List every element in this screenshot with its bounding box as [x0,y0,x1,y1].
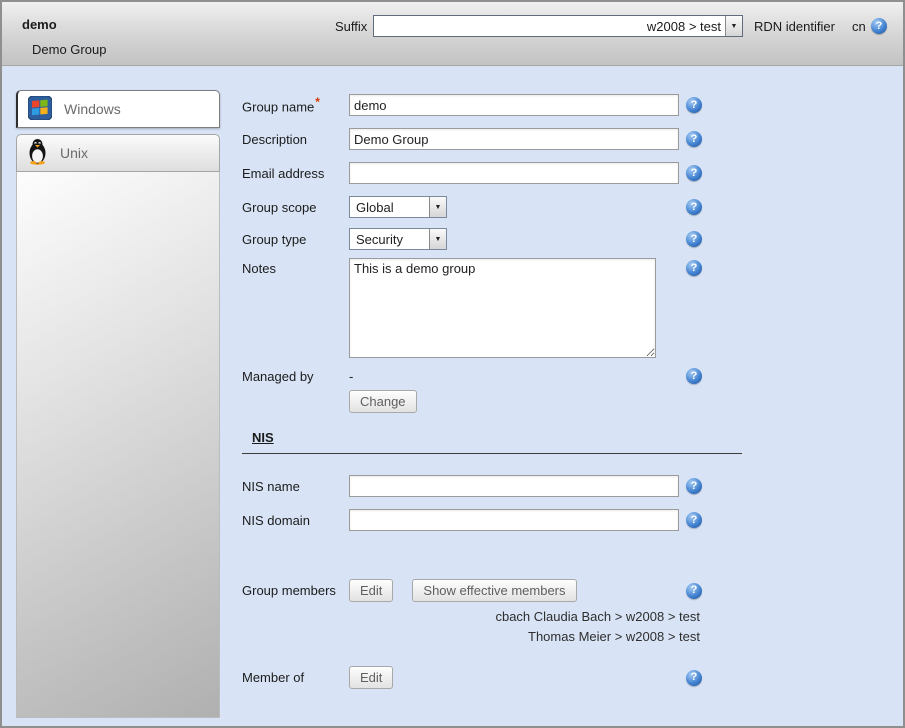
group-member-item: cbach Claudia Bach > w2008 > test [242,609,700,624]
email-row: Email address ? [242,162,700,184]
group-members-label: Group members [242,583,349,598]
email-help-icon[interactable]: ? [686,165,702,181]
description-label: Description [242,132,349,147]
page-title: demo [22,17,57,32]
group-name-help-icon[interactable]: ? [686,97,702,113]
tab-unix[interactable]: Unix [16,134,220,172]
group-type-value: Security [350,232,429,247]
member-of-edit-button[interactable]: Edit [349,666,393,689]
group-name-row: Group name* ? [242,94,700,116]
page-subtitle: Demo Group [32,42,106,57]
description-row: Description ? [242,128,700,150]
chevron-down-icon[interactable]: ▼ [429,197,446,217]
nis-name-help-icon[interactable]: ? [686,478,702,494]
windows-logo-icon [28,96,52,123]
group-name-label: Group name* [242,95,349,114]
member-of-label: Member of [242,670,349,685]
group-scope-select[interactable]: Global ▼ [349,196,447,218]
notes-textarea[interactable]: This is a demo group [349,258,656,358]
group-scope-label: Group scope [242,200,349,215]
notes-label: Notes [242,258,349,276]
description-help-icon[interactable]: ? [686,131,702,147]
group-type-help-icon[interactable]: ? [686,231,702,247]
member-of-row: Member of Edit ? [242,666,700,689]
show-effective-members-button[interactable]: Show effective members [412,579,576,602]
rdn-identifier-value: cn [852,19,866,34]
description-input[interactable] [349,128,679,150]
email-input[interactable] [349,162,679,184]
required-asterisk: * [315,95,320,109]
tab-windows[interactable]: Windows [16,90,220,128]
nis-domain-help-icon[interactable]: ? [686,512,702,528]
group-member-item: Thomas Meier > w2008 > test [242,629,700,644]
group-scope-value: Global [350,200,429,215]
nis-name-input[interactable] [349,475,679,497]
group-type-select[interactable]: Security ▼ [349,228,447,250]
group-form: Group name* ? Description ? Email addres… [242,2,747,726]
nis-section-heading: NIS [242,430,742,454]
nis-name-label: NIS name [242,479,349,494]
group-type-label: Group type [242,232,349,247]
group-edit-window: demo Demo Group Suffix w2008 > test ▼ RD… [0,0,905,728]
rdn-identifier-label: RDN identifier [754,19,835,34]
managed-by-value: - [349,369,353,384]
tab-windows-label: Windows [64,101,121,117]
group-members-edit-button[interactable]: Edit [349,579,393,602]
email-label: Email address [242,166,349,181]
nis-domain-input[interactable] [349,509,679,531]
rdn-help-icon[interactable]: ? [871,18,887,34]
managed-by-change-row: Change [242,390,700,413]
group-members-row: Group members Edit Show effective member… [242,579,700,602]
chevron-down-icon[interactable]: ▼ [429,229,446,249]
notes-help-icon[interactable]: ? [686,260,702,276]
group-scope-row: Group scope Global ▼ ? [242,196,700,218]
group-type-row: Group type Security ▼ ? [242,228,700,250]
module-sidebar: Windows Unix [16,90,220,718]
change-button[interactable]: Change [349,390,417,413]
managed-by-help-icon[interactable]: ? [686,368,702,384]
nis-name-row: NIS name ? [242,475,700,497]
group-scope-help-icon[interactable]: ? [686,199,702,215]
notes-row: Notes This is a demo group ? [242,258,700,358]
group-name-input[interactable] [349,94,679,116]
nis-domain-label: NIS domain [242,513,349,528]
member-of-help-icon[interactable]: ? [686,670,702,686]
linux-tux-icon [27,138,48,168]
group-members-help-icon[interactable]: ? [686,583,702,599]
sidebar-panel [16,172,220,718]
nis-domain-row: NIS domain ? [242,509,700,531]
managed-by-row: Managed by - ? [242,368,700,384]
tab-unix-label: Unix [60,145,88,161]
managed-by-label: Managed by [242,369,349,384]
